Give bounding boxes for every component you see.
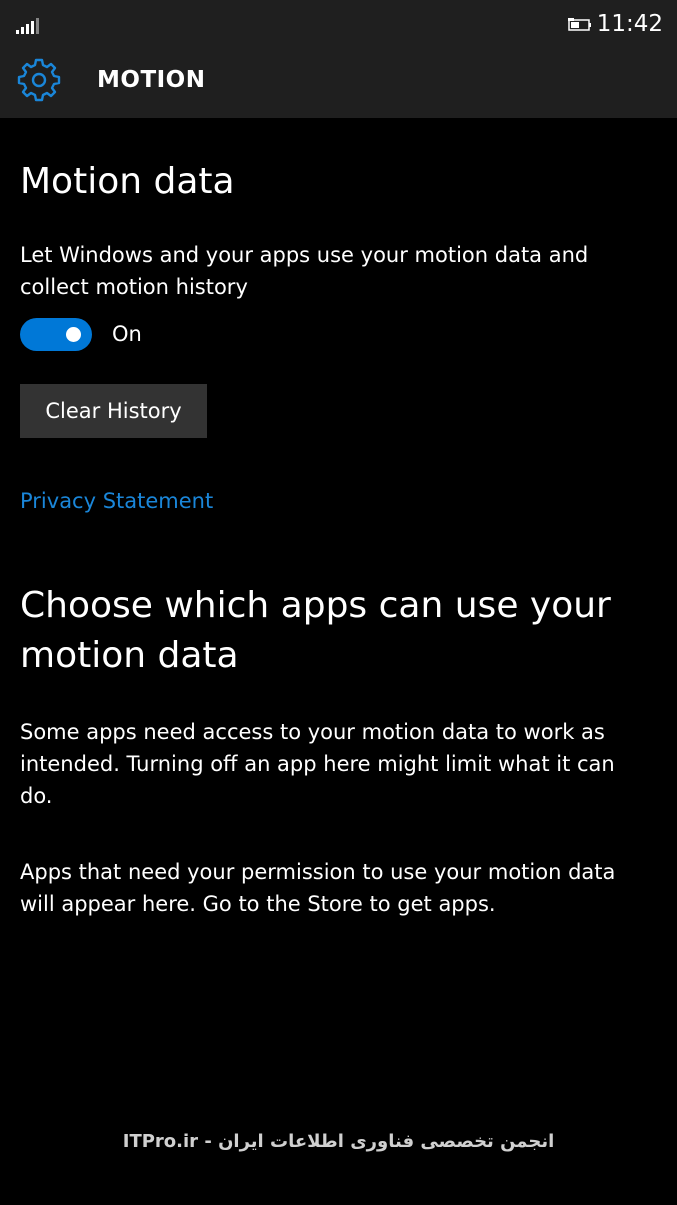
status-time: 11:42 — [596, 11, 663, 37]
motion-data-toggle[interactable] — [20, 318, 92, 351]
motion-data-heading: Motion data — [20, 161, 235, 202]
status-bar: 11:42 — [0, 0, 677, 48]
toggle-state-label: On — [112, 322, 142, 346]
page-title: MOTION — [97, 67, 206, 93]
page-header: MOTION — [0, 48, 677, 118]
privacy-statement-link[interactable]: Privacy Statement — [20, 485, 213, 517]
watermark-text: ITPro.ir - انجمن تخصصی فناوری اطلاعات ای… — [122, 1131, 555, 1152]
choose-apps-heading: Choose which apps can use your motion da… — [20, 585, 611, 676]
battery-charging-icon — [568, 18, 591, 31]
apps-empty-paragraph: Apps that need your permission to use yo… — [20, 860, 616, 916]
toggle-knob — [66, 327, 81, 342]
motion-data-description: Let Windows and your apps use your motio… — [20, 243, 589, 299]
gear-icon[interactable] — [17, 58, 61, 102]
clear-history-button[interactable]: Clear History — [20, 384, 207, 438]
apps-info-paragraph: Some apps need access to your motion dat… — [20, 720, 615, 808]
signal-bars-icon — [16, 18, 39, 34]
